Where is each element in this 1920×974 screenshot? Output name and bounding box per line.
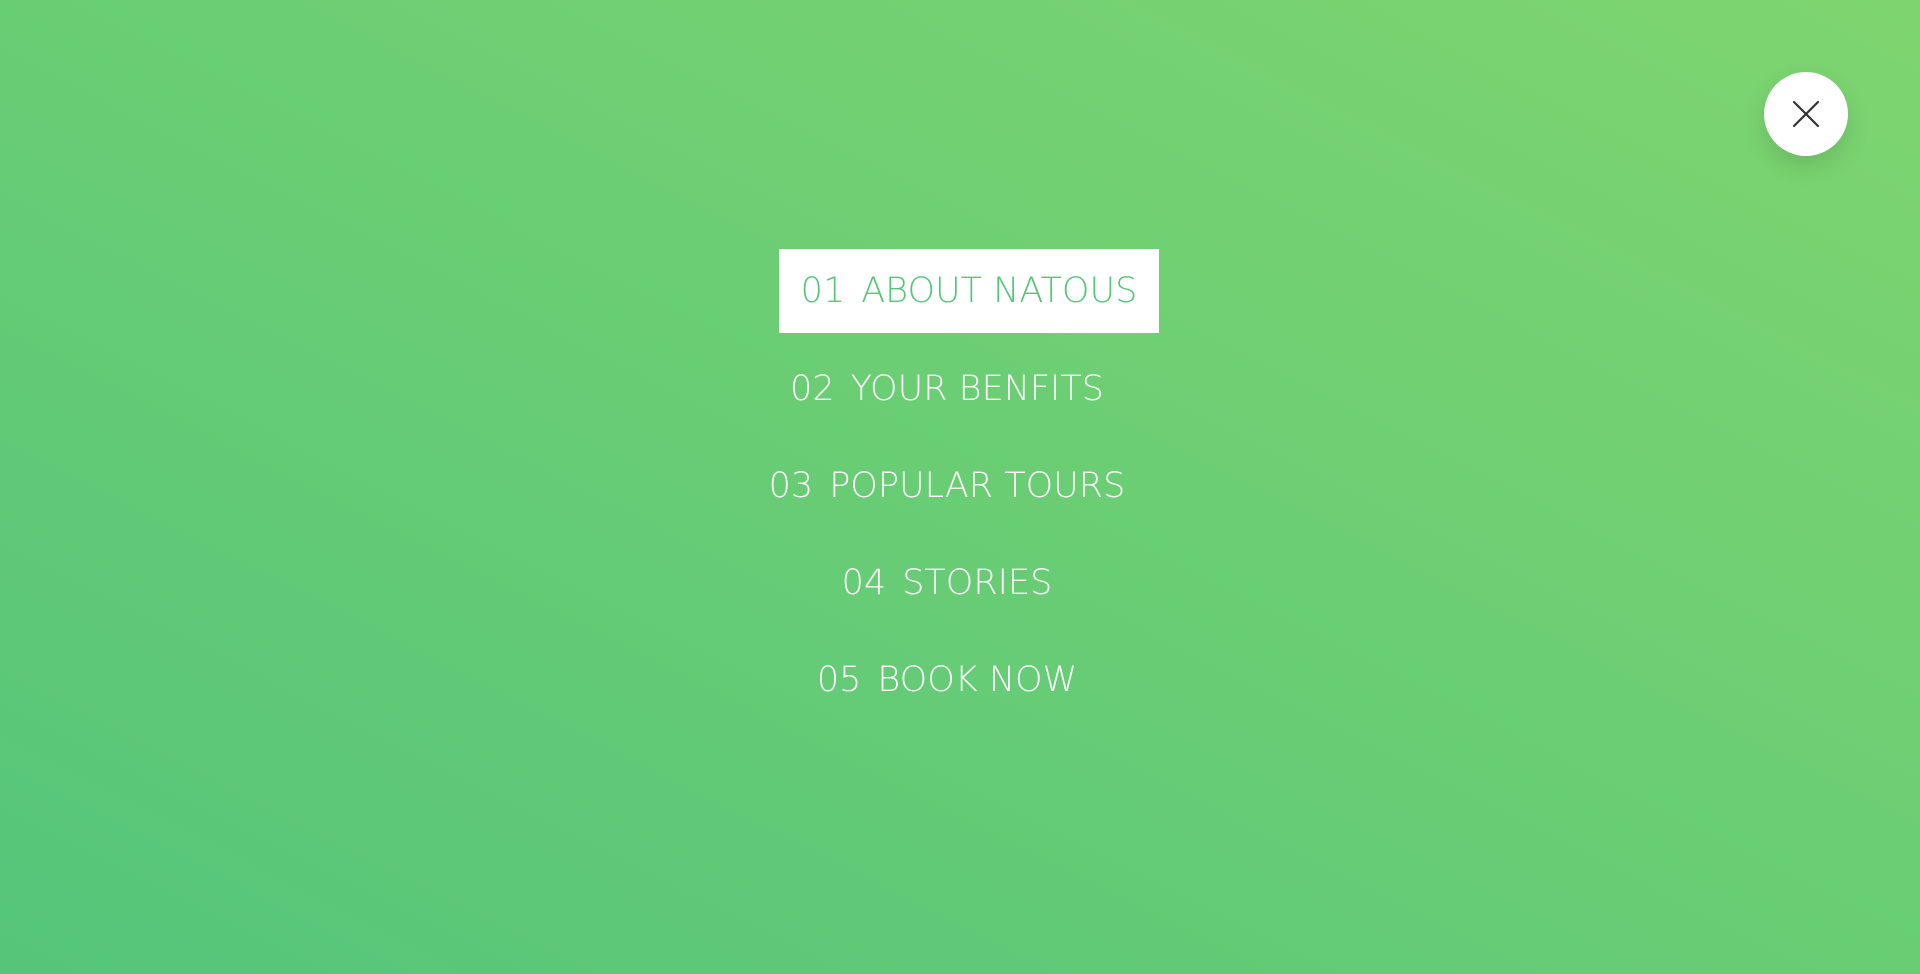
nav-link-benefits[interactable]: 02 YOUR BENFITS <box>766 347 1128 431</box>
nav-number: 02 <box>790 369 835 409</box>
nav-link-book[interactable]: 05 BOOK NOW <box>793 638 1101 722</box>
nav-number: 05 <box>816 660 862 700</box>
close-menu-button[interactable] <box>1764 72 1848 156</box>
close-icon <box>1790 98 1822 130</box>
nav-item-about: 01 ABOUT NATOUS <box>0 249 1920 333</box>
nav-label: STORIES <box>902 563 1053 603</box>
nav-number: 04 <box>841 563 887 603</box>
nav-number: 03 <box>768 466 814 506</box>
nav-item-tours: 03 POPULAR TOURS <box>0 444 1920 528</box>
nav-item-book: 05 BOOK NOW <box>0 638 1920 722</box>
nav-label: YOUR BENFITS <box>850 369 1104 409</box>
nav-item-stories: 04 STORIES <box>0 541 1920 625</box>
nav-number: 01 <box>800 271 846 311</box>
nav-link-tours[interactable]: 03 POPULAR TOURS <box>745 444 1150 528</box>
nav-label: POPULAR TOURS <box>829 466 1126 506</box>
nav-link-about[interactable]: 01 ABOUT NATOUS <box>778 249 1160 333</box>
nav-label: BOOK NOW <box>877 660 1078 700</box>
nav-label: ABOUT NATOUS <box>861 271 1138 311</box>
nav-item-benefits: 02 YOUR BENFITS <box>0 347 1920 431</box>
nav-link-stories[interactable]: 04 STORIES <box>818 541 1077 625</box>
